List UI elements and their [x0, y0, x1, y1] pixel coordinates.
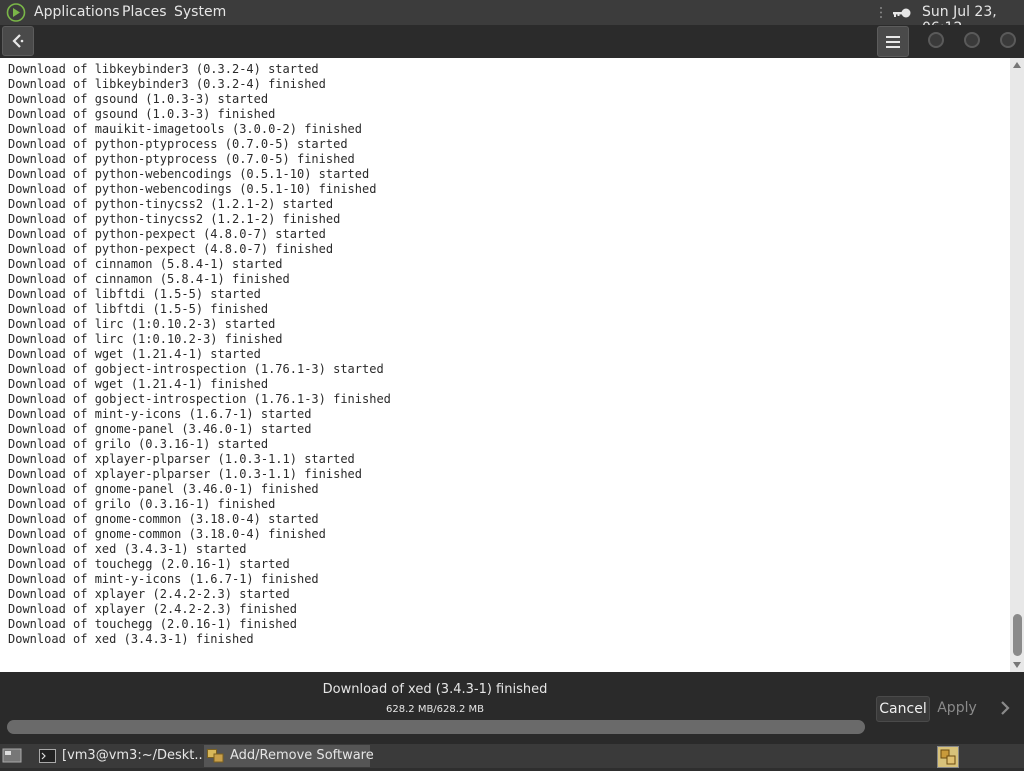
- log-line: Download of gnome-common (3.18.0-4) fini…: [8, 527, 326, 541]
- log-line: Download of libftdi (1.5-5) finished: [8, 302, 269, 316]
- log-line: Download of grilo (0.3.16-1) started: [8, 437, 269, 451]
- log-line: Download of xed (3.4.3-1) started: [8, 542, 247, 556]
- log-line: Download of gobject-introspection (1.76.…: [8, 392, 391, 406]
- scroll-up-icon[interactable]: [1013, 62, 1021, 68]
- log-line: Download of python-pexpect (4.8.0-7) fin…: [8, 242, 334, 256]
- workspace-switcher[interactable]: [937, 746, 959, 768]
- back-arrow-icon: [12, 34, 24, 48]
- log-line: Download of cinnamon (5.8.4-1) started: [8, 257, 283, 271]
- log-scrollbar[interactable]: [1010, 58, 1024, 672]
- cancel-button[interactable]: Cancel: [876, 696, 930, 722]
- top-panel: Applications Places System Sun Jul 23, 0…: [0, 0, 1024, 36]
- system-menu[interactable]: System: [174, 4, 226, 20]
- log-line: Download of touchegg (2.0.16-1) started: [8, 557, 290, 571]
- package-icon: [207, 749, 224, 763]
- terminal-icon: [39, 749, 56, 763]
- log-line: Download of mint-y-icons (1.6.7-1) start…: [8, 407, 312, 421]
- scroll-down-icon[interactable]: [1013, 662, 1021, 668]
- log-line: Download of xed (3.4.3-1) finished: [8, 632, 254, 646]
- bottom-taskbar: [vm3@vm3:~/Deskt... Add/Remove Software: [0, 744, 1024, 768]
- log-line: Download of lirc (1:0.10.2-3) finished: [8, 332, 283, 346]
- log-line: Download of gobject-introspection (1.76.…: [8, 362, 384, 376]
- drag-handle-icon: [880, 7, 882, 18]
- log-lines: Download of libkeybinder3 (0.3.2-4) star…: [0, 58, 1010, 647]
- log-line: Download of gsound (1.0.3-3) finished: [8, 107, 276, 121]
- distro-logo-icon[interactable]: [6, 3, 26, 22]
- progress-fill: [7, 720, 865, 734]
- applications-menu[interactable]: Applications: [34, 4, 120, 20]
- hamburger-menu-button[interactable]: [877, 26, 909, 57]
- log-line: Download of python-pexpect (4.8.0-7) sta…: [8, 227, 326, 241]
- log-line: Download of python-webencodings (0.5.1-1…: [8, 182, 377, 196]
- download-size-text: 628.2 MB/628.2 MB: [386, 704, 484, 715]
- log-line: Download of wget (1.21.4-1) finished: [8, 377, 269, 391]
- taskbar-item-label: [vm3@vm3:~/Deskt...: [62, 748, 207, 763]
- log-line: Download of xplayer (2.4.2-2.3) started: [8, 587, 290, 601]
- log-line: Download of gnome-common (3.18.0-4) star…: [8, 512, 319, 526]
- maximize-button[interactable]: [964, 32, 980, 48]
- back-button[interactable]: [2, 26, 34, 56]
- log-line: Download of python-webencodings (0.5.1-1…: [8, 167, 370, 181]
- minimize-button[interactable]: [928, 32, 944, 48]
- forward-arrow-icon[interactable]: [994, 698, 1016, 718]
- log-line: Download of cinnamon (5.8.4-1) finished: [8, 272, 290, 286]
- scroll-thumb[interactable]: [1013, 614, 1022, 656]
- taskbar-item-terminal[interactable]: [vm3@vm3:~/Deskt...: [36, 745, 207, 767]
- log-line: Download of wget (1.21.4-1) started: [8, 347, 261, 361]
- log-line: Download of xplayer (2.4.2-2.3) finished: [8, 602, 297, 616]
- hamburger-icon: [886, 36, 900, 48]
- taskbar-item-add-remove-software[interactable]: Add/Remove Software: [204, 745, 374, 767]
- log-line: Download of python-tinycss2 (1.2.1-2) fi…: [8, 212, 341, 226]
- apply-button[interactable]: Apply: [934, 696, 980, 720]
- log-line: Download of libkeybinder3 (0.3.2-4) fini…: [8, 77, 326, 91]
- log-line: Download of gnome-panel (3.46.0-1) start…: [8, 422, 312, 436]
- log-line: Download of mauikit-imagetools (3.0.0-2)…: [8, 122, 363, 136]
- log-line: Download of python-ptyprocess (0.7.0-5) …: [8, 152, 355, 166]
- log-line: Download of touchegg (2.0.16-1) finished: [8, 617, 297, 631]
- progress-bar-area: Download of xed (3.4.3-1) finished 628.2…: [0, 672, 1024, 744]
- status-text: Download of xed (3.4.3-1) finished: [322, 682, 548, 697]
- log-line: Download of python-ptyprocess (0.7.0-5) …: [8, 137, 348, 151]
- taskbar-item-label: Add/Remove Software: [230, 748, 374, 763]
- key-icon[interactable]: [891, 6, 913, 20]
- log-line: Download of python-tinycss2 (1.2.1-2) st…: [8, 197, 334, 211]
- show-desktop-icon[interactable]: [2, 747, 22, 764]
- transaction-log[interactable]: Download of libkeybinder3 (0.3.2-4) star…: [0, 58, 1010, 672]
- log-line: Download of xplayer-plparser (1.0.3-1.1)…: [8, 452, 355, 466]
- log-line: Download of libftdi (1.5-5) started: [8, 287, 261, 301]
- window-headerbar: [0, 25, 1024, 58]
- close-button[interactable]: [1000, 32, 1016, 48]
- log-line: Download of libkeybinder3 (0.3.2-4) star…: [8, 62, 319, 76]
- log-line: Download of xplayer-plparser (1.0.3-1.1)…: [8, 467, 363, 481]
- log-line: Download of gnome-panel (3.46.0-1) finis…: [8, 482, 319, 496]
- log-line: Download of mint-y-icons (1.6.7-1) finis…: [8, 572, 319, 586]
- log-line: Download of lirc (1:0.10.2-3) started: [8, 317, 276, 331]
- places-menu[interactable]: Places: [122, 4, 167, 20]
- package-icon: [940, 749, 956, 765]
- log-line: Download of grilo (0.3.16-1) finished: [8, 497, 276, 511]
- progress-bar: [7, 720, 865, 734]
- log-line: Download of gsound (1.0.3-3) started: [8, 92, 269, 106]
